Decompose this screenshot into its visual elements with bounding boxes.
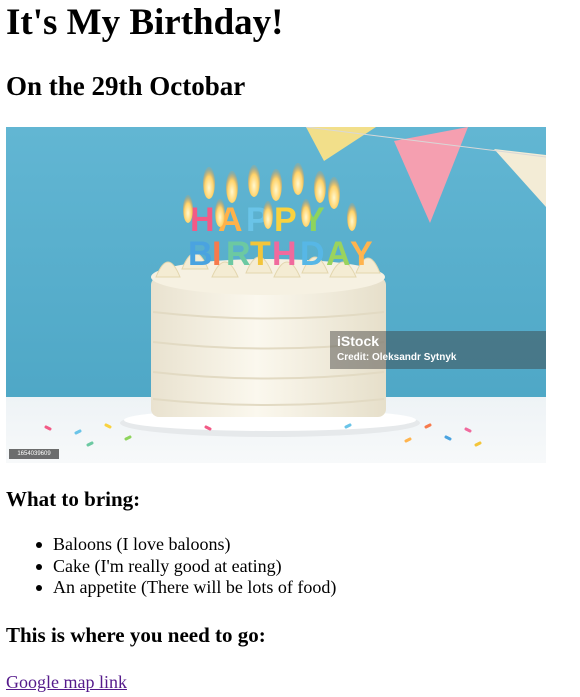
party-date: On the 29th Octobar (6, 71, 246, 101)
svg-text:H: H (190, 201, 215, 239)
stock-credit-overlay: iStock Credit: Oleksandr Sytnyk (330, 331, 546, 369)
list-item: Cake (I'm really good at eating) (35, 556, 336, 578)
svg-text:B: B (188, 235, 213, 273)
svg-text:D: D (300, 235, 325, 273)
directions-heading: This is where you need to go: (6, 623, 266, 647)
page-title: It's My Birthday! (6, 2, 284, 43)
bring-heading: What to bring: (6, 487, 141, 511)
list-item: Baloons (I love baloons) (35, 534, 336, 556)
bring-list: Baloons (I love baloons) Cake (I'm reall… (6, 534, 336, 599)
svg-text:P: P (274, 201, 297, 239)
svg-text:R: R (226, 235, 251, 273)
cake-illustration: H A P P Y B I R T H D A Y (6, 127, 546, 463)
stock-image-id: 1654039609 (9, 449, 59, 459)
svg-text:Y: Y (350, 235, 373, 273)
svg-text:H: H (272, 235, 297, 273)
svg-text:A: A (326, 235, 351, 273)
svg-text:T: T (250, 235, 271, 273)
birthday-cake-image: H A P P Y B I R T H D A Y iStock Credit:… (6, 127, 546, 463)
istock-logo: iStock (337, 333, 380, 349)
google-map-link[interactable]: Google map link (6, 671, 127, 693)
list-item: An appetite (There will be lots of food) (35, 577, 337, 597)
svg-text:I: I (212, 235, 221, 273)
photo-credit: Credit: Oleksandr Sytnyk (337, 352, 457, 363)
